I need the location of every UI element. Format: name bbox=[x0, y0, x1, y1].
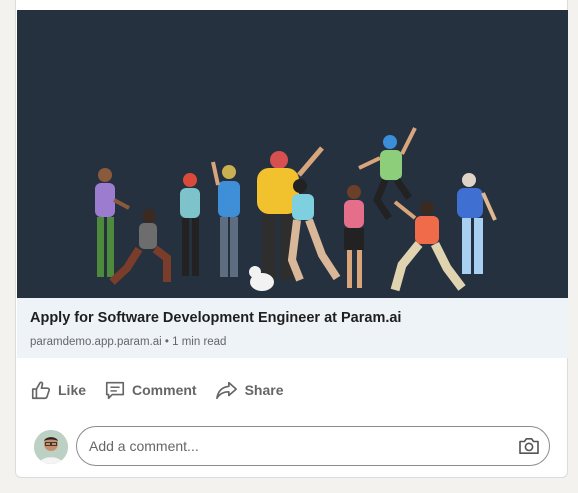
thumbs-up-icon bbox=[31, 381, 51, 400]
comment-label: Comment bbox=[132, 382, 197, 398]
share-button[interactable]: Share bbox=[215, 379, 284, 401]
camera-icon bbox=[519, 437, 539, 455]
share-label: Share bbox=[244, 382, 284, 398]
avatar[interactable] bbox=[34, 430, 68, 464]
comment-input[interactable] bbox=[76, 426, 550, 466]
user-avatar-image bbox=[34, 430, 68, 464]
link-preview[interactable]: Apply for Software Development Engineer … bbox=[17, 298, 568, 358]
meta-separator: • bbox=[164, 336, 169, 348]
read-time: 1 min read bbox=[172, 336, 227, 348]
comment-composer bbox=[34, 425, 554, 467]
comment-button[interactable]: Comment bbox=[104, 379, 197, 401]
feed-post-card: Apply for Software Development Engineer … bbox=[15, 0, 568, 478]
share-arrow-icon bbox=[215, 381, 237, 400]
comment-icon bbox=[105, 381, 125, 400]
people-illustration bbox=[17, 10, 568, 298]
like-button[interactable]: Like bbox=[30, 379, 86, 401]
link-domain: paramdemo.app.param.ai bbox=[30, 336, 162, 348]
camera-button[interactable] bbox=[518, 437, 540, 460]
link-meta: paramdemo.app.param.ai • 1 min read bbox=[30, 336, 226, 348]
link-title[interactable]: Apply for Software Development Engineer … bbox=[30, 310, 401, 326]
like-label: Like bbox=[58, 382, 87, 398]
post-actions: Like Comment Share bbox=[30, 374, 302, 406]
post-image[interactable] bbox=[17, 10, 568, 298]
